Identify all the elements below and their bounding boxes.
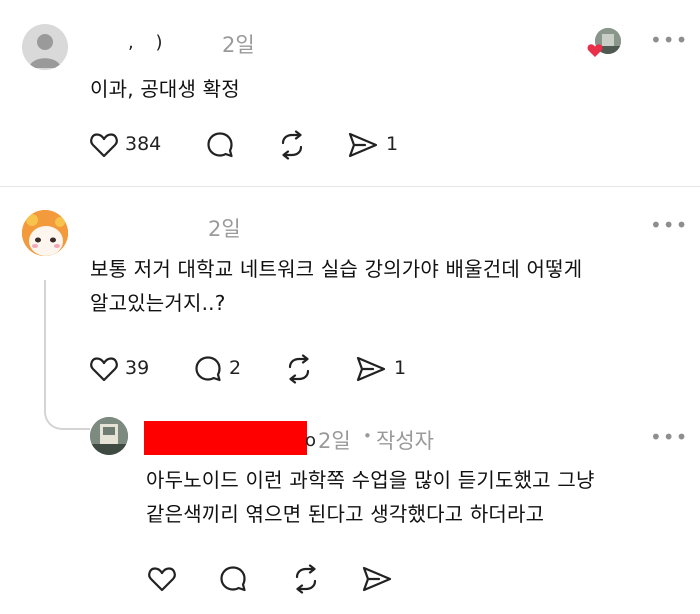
reply-icon[interactable]: [218, 564, 248, 594]
heart-icon: [90, 133, 118, 158]
post-body: 보통 저거 대학교 네트워크 실습 강의가야 배울건데 어떻게 알고있는거지..…: [90, 252, 582, 320]
meta-separator: •: [363, 427, 372, 445]
post-body: 이과, 공대생 확정: [90, 72, 240, 106]
send-icon: [356, 356, 386, 382]
avatar-author[interactable]: [90, 417, 128, 455]
reply-count: 2: [229, 357, 242, 379]
like-count: 384: [125, 133, 162, 155]
post-body-line: 같은색끼리 엮으면 된다고 생각했다고 하더라고: [146, 502, 545, 526]
share-count: 1: [394, 357, 407, 379]
reply-icon: [195, 356, 221, 382]
post-body-line: 보통 저거 대학교 네트워크 실습 강의가야 배울건데 어떻게: [90, 257, 583, 281]
author-name-suffix[interactable]: o: [305, 430, 316, 451]
author-name-fragment[interactable]: , ): [128, 32, 170, 53]
thread-line: [44, 280, 46, 413]
post-time: 2일: [318, 429, 351, 453]
avatar-character[interactable]: [22, 210, 68, 256]
repost-icon[interactable]: [283, 354, 315, 384]
author-tag: 작성자: [376, 429, 434, 453]
post-time: 2일: [208, 217, 241, 241]
thread-line-curve: [44, 408, 90, 430]
post-divider: [0, 186, 700, 187]
heart-reaction-icon: [587, 44, 603, 57]
repost-icon[interactable]: [276, 130, 308, 160]
more-options-icon[interactable]: •••: [650, 28, 688, 52]
repost-icon[interactable]: [290, 564, 322, 594]
share-count: 1: [386, 133, 399, 155]
send-icon[interactable]: [361, 565, 393, 593]
post-body-line: 아두노이드 이런 과학쪽 수업을 많이 듣기도했고 그냥: [146, 468, 595, 492]
send-icon: [348, 132, 378, 158]
post-time: 2일: [222, 33, 255, 57]
post-body-line: 알고있는거지..?: [90, 291, 226, 315]
post-body-line: 이과, 공대생 확정: [90, 77, 240, 101]
more-options-icon[interactable]: •••: [650, 213, 688, 237]
heart-icon: [90, 357, 118, 382]
photo-avatar-icon: [90, 417, 128, 455]
heart-icon[interactable]: [147, 565, 177, 593]
reply-icon[interactable]: [205, 130, 235, 160]
like-count: 39: [125, 357, 150, 379]
more-options-icon[interactable]: •••: [650, 425, 688, 449]
person-icon: [29, 34, 61, 68]
post-body: 아두노이드 이런 과학쪽 수업을 많이 듣기도했고 그냥 같은색끼리 엮으면 된…: [146, 463, 595, 531]
character-avatar-icon: [22, 210, 68, 256]
avatar-default[interactable]: [22, 24, 68, 70]
redacted-username: [144, 421, 307, 455]
